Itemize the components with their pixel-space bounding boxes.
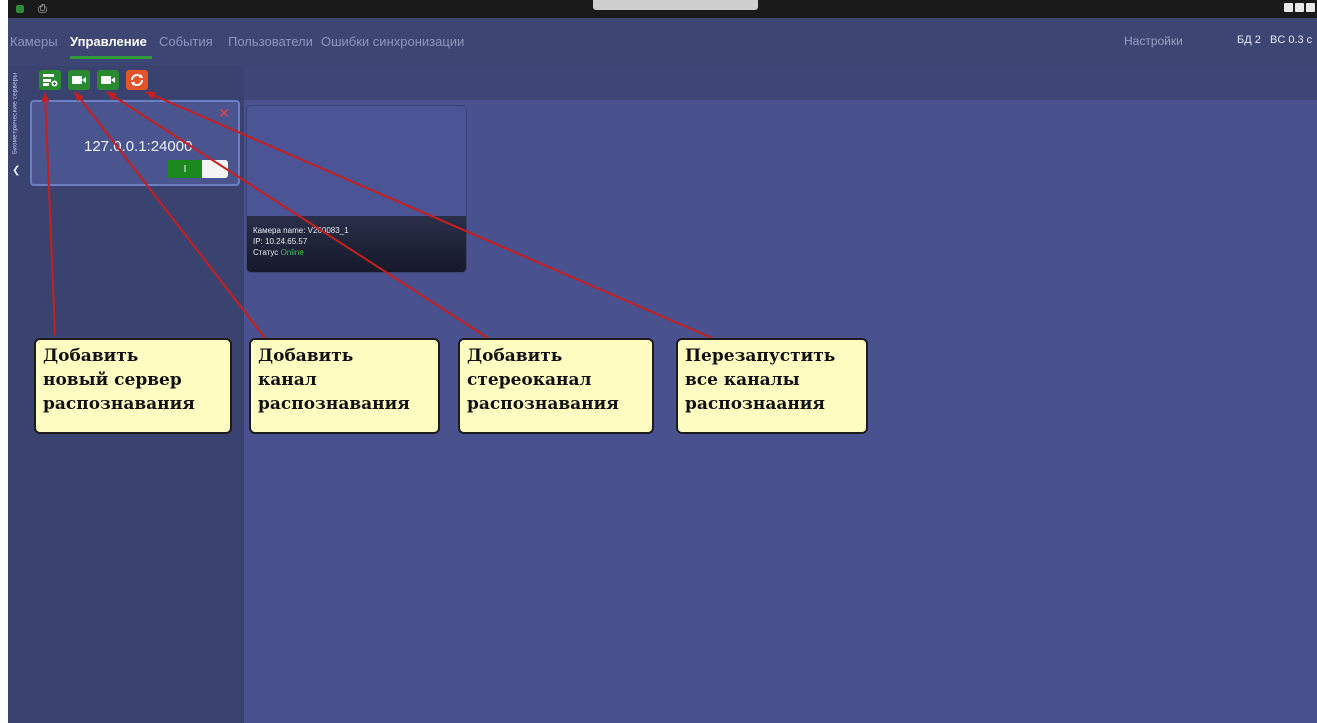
callout-add-channel: Добавить канал распознавания [249, 338, 440, 434]
camera-name: Камера name: V260083_1 [253, 226, 349, 235]
menu-item-cameras[interactable]: Камеры [10, 34, 58, 49]
video-camera-icon [72, 76, 86, 84]
add-channel-button[interactable] [68, 70, 90, 90]
add-stereo-channel-button[interactable] [97, 70, 119, 90]
camera-status-value: Online [280, 248, 304, 257]
close-icon[interactable]: ✕ [218, 106, 230, 122]
title-bar: ⎙ [8, 0, 1317, 18]
add-server-button[interactable] [39, 70, 61, 90]
printer-icon[interactable]: ⎙ [38, 1, 47, 17]
db-indicator: БД 2 [1237, 34, 1261, 46]
menu-item-sync-errors[interactable]: Ошибки синхронизации [321, 34, 464, 49]
camera-ip: IP: 10.24.65.57 [253, 237, 308, 246]
server-add-icon [43, 74, 58, 87]
toggle-on-label: I [168, 160, 202, 178]
biometric-servers-tab[interactable]: Биометрические серверы [10, 66, 22, 166]
title-tab [593, 0, 758, 10]
minimize-icon[interactable] [1284, 3, 1293, 12]
server-address: 127.0.0.1:24000 [84, 138, 193, 155]
toggle-knob [202, 160, 228, 178]
video-camera-icon [101, 76, 115, 84]
restart-channels-button[interactable] [126, 70, 148, 90]
camera-status-label: Статус [253, 248, 279, 257]
camera-card[interactable]: Камера name: V260083_1 IP: 10.24.65.57 С… [246, 105, 467, 273]
chevron-left-icon[interactable]: ❮ [12, 165, 20, 176]
menu-item-users[interactable]: Пользователи [228, 34, 313, 49]
callout-restart-channels: Перезапустить все каналы распознаания [676, 338, 868, 434]
bc-indicator: BC 0.3 с [1270, 34, 1313, 46]
menu-item-management[interactable]: Управление [70, 34, 147, 49]
active-tab-indicator [70, 56, 152, 59]
server-card[interactable]: ✕ 127.0.0.1:24000 I [30, 100, 240, 186]
window-controls [1284, 3, 1315, 12]
server-enabled-toggle[interactable]: I [168, 160, 228, 178]
maximize-icon[interactable] [1295, 3, 1304, 12]
main-toolbar-strip [244, 66, 1317, 100]
callout-add-server: Добавить новый сервер распознавания [34, 338, 232, 434]
main-menu: Камеры Управление События Пользователи О… [8, 18, 1317, 66]
app-logo-icon [16, 5, 24, 13]
callout-add-stereo-channel: Добавить стереоканал распознавания [458, 338, 654, 434]
close-window-icon[interactable] [1306, 3, 1315, 12]
camera-status: Статус Online [253, 248, 304, 257]
menu-item-events[interactable]: События [159, 34, 213, 49]
settings-link[interactable]: Настройки [1124, 34, 1183, 48]
refresh-icon [131, 74, 143, 86]
biometric-servers-tab-label: Биометрические серверы [11, 72, 19, 155]
